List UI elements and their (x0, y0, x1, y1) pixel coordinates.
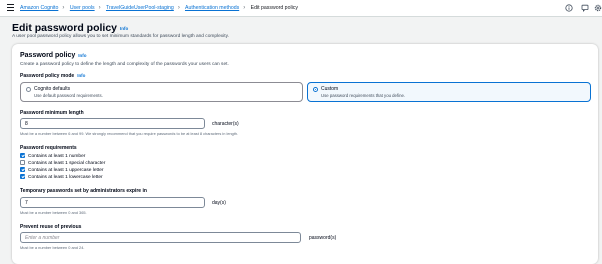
settings-icon[interactable] (594, 4, 602, 12)
breadcrumb-amazon-cognito[interactable]: Amazon Cognito (20, 5, 58, 11)
temp-expiry-hint: Must be a number between 0 and 365. (20, 210, 87, 215)
page-info-link[interactable]: Info (120, 26, 128, 31)
reuse-label: Prevent reuse of previous (20, 224, 82, 230)
temp-expiry-unit: day(s) (212, 200, 226, 206)
option-title: Cognito defaults (34, 86, 71, 92)
checkbox-checked-icon[interactable] (20, 173, 25, 179)
option-title: Custom (321, 86, 339, 92)
page-description: A user pool password policy allows you t… (12, 34, 229, 39)
reuse-input[interactable] (20, 232, 301, 243)
info-circle-icon[interactable] (565, 4, 573, 12)
breadcrumb: Amazon Cognito › User pools › TravelGuideU… (20, 4, 298, 12)
radio-button-selected[interactable] (313, 87, 318, 92)
breadcrumb-user-pools[interactable]: User pools (70, 5, 95, 11)
breadcrumb-user-pool[interactable]: TravelGuideUserPool-staging (106, 5, 174, 11)
checkbox-label: Contains at least 1 number (28, 153, 86, 159)
policy-mode-label-text: Password policy mode (20, 73, 75, 79)
reuse-unit: password(s) (309, 235, 337, 241)
panel-info-link[interactable]: Info (78, 53, 86, 58)
chevron-right-icon: › (62, 5, 65, 11)
page-title: Edit password policy Info (12, 22, 128, 34)
chevron-right-icon: › (98, 5, 101, 11)
checkbox-lowercase[interactable]: Contains at least 1 lowercase letter (20, 173, 103, 180)
temp-expiry-label: Temporary passwords set by administrator… (20, 188, 147, 194)
requirements-label: Password requirements (20, 145, 77, 151)
checkbox-checked-icon[interactable] (20, 152, 25, 158)
breadcrumb-authentication-methods[interactable]: Authentication methods (185, 5, 239, 11)
min-length-input[interactable] (20, 118, 205, 129)
radio-button[interactable] (26, 87, 31, 92)
option-description: Use default password requirements. (34, 93, 103, 98)
checkbox-label: Contains at least 1 lowercase letter (28, 174, 103, 180)
panel-title-text: Password policy (20, 52, 76, 59)
min-length-unit: character(s) (212, 121, 239, 127)
temp-expiry-input[interactable] (20, 197, 205, 208)
min-length-label: Password minimum length (20, 110, 84, 116)
checkbox-uppercase[interactable]: Contains at least 1 uppercase letter (20, 166, 104, 173)
checkbox-unchecked-icon[interactable] (20, 159, 25, 165)
panel-title: Password policy Info (20, 52, 87, 59)
policy-mode-label: Password policy mode Info (20, 73, 85, 79)
checkbox-label: Contains at least 1 special character (28, 160, 106, 166)
checkbox-special-character[interactable]: Contains at least 1 special character (20, 159, 106, 166)
menu-icon[interactable] (7, 4, 14, 12)
reuse-hint: Must be a number between 0 and 24. (20, 245, 85, 250)
page-title-text: Edit password policy (12, 22, 118, 34)
top-navigation: Amazon Cognito › User pools › TravelGuideU… (0, 0, 602, 17)
panel-description: Create a password policy to define the l… (20, 62, 229, 67)
checkbox-number[interactable]: Contains at least 1 number (20, 152, 86, 159)
checkbox-label: Contains at least 1 uppercase letter (28, 167, 104, 173)
chevron-right-icon: › (243, 5, 246, 11)
mode-option-custom[interactable]: Custom Use password requirements that yo… (307, 82, 591, 102)
option-description: Use password requirements that you defin… (321, 93, 406, 98)
password-policy-panel: Password policy Info Create a password po… (12, 44, 598, 264)
chevron-right-icon: › (177, 5, 180, 11)
breadcrumb-current: Edit password policy (250, 5, 298, 11)
notifications-icon[interactable] (581, 4, 589, 12)
mode-option-cognito-defaults[interactable]: Cognito defaults Use default password re… (20, 82, 303, 102)
min-length-hint: Must be a number between 6 and 99. We st… (20, 131, 239, 136)
policy-mode-info-link[interactable]: Info (77, 73, 85, 78)
checkbox-checked-icon[interactable] (20, 166, 25, 172)
